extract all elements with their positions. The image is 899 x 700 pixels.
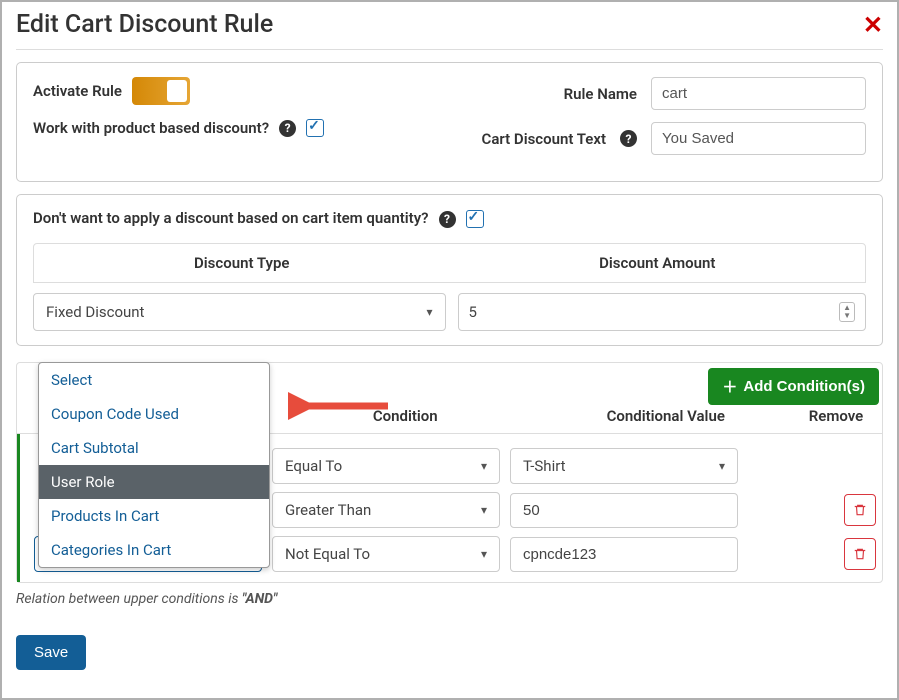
remove-button[interactable] xyxy=(844,494,876,526)
condition-select[interactable]: Equal To ▾ xyxy=(272,448,500,484)
rule-name-label: Rule Name xyxy=(564,85,637,103)
trash-icon xyxy=(853,547,867,561)
activate-toggle[interactable] xyxy=(132,77,190,105)
plus-icon: ＋ xyxy=(722,376,737,397)
discount-type-header: Discount Type xyxy=(34,244,450,282)
col-remove-header: Remove xyxy=(796,407,876,425)
activate-label: Activate Rule xyxy=(33,82,122,100)
dropdown-item[interactable]: User Role xyxy=(39,465,269,499)
chevron-down-icon: ▾ xyxy=(426,305,432,319)
help-icon[interactable]: ? xyxy=(439,211,456,228)
chevron-down-icon: ▾ xyxy=(719,459,725,473)
cart-discount-text-label: Cart Discount Text xyxy=(482,130,606,148)
chevron-down-icon: ▾ xyxy=(481,503,487,517)
dropdown-item[interactable]: Coupon Code Used xyxy=(39,397,269,431)
discount-amount-input[interactable]: 5 ▲▼ xyxy=(458,293,867,331)
relation-text: Relation between upper conditions is "AN… xyxy=(16,591,883,607)
number-stepper-icon[interactable]: ▲▼ xyxy=(839,302,855,322)
dropdown-item[interactable]: Categories In Cart xyxy=(39,533,269,567)
rule-settings-panel: Activate Rule Work with product based di… xyxy=(16,62,883,182)
discount-panel: Don't want to apply a discount based on … xyxy=(16,194,883,346)
trash-icon xyxy=(853,503,867,517)
discount-type-value: Fixed Discount xyxy=(46,303,144,321)
remove-button[interactable] xyxy=(844,538,876,570)
work-with-product-label: Work with product based discount? xyxy=(33,119,269,137)
dropdown-item[interactable]: Cart Subtotal xyxy=(39,431,269,465)
value-select[interactable]: T-Shirt ▾ xyxy=(510,448,738,484)
add-condition-button[interactable]: ＋ Add Condition(s) xyxy=(708,368,879,405)
work-with-product-checkbox[interactable] xyxy=(306,119,324,137)
add-condition-label: Add Condition(s) xyxy=(743,378,865,395)
conditions-section: ＋ Add Condition(s) SelectCoupon Code Use… xyxy=(16,362,883,607)
help-icon[interactable]: ? xyxy=(279,120,296,137)
value-select-value: T-Shirt xyxy=(523,457,566,475)
page-title: Edit Cart Discount Rule xyxy=(16,10,273,39)
value-input[interactable] xyxy=(510,537,738,572)
dropdown-item[interactable]: Select xyxy=(39,363,269,397)
col-value-header: Conditional Value xyxy=(536,407,797,425)
apply-discount-label: Don't want to apply a discount based on … xyxy=(33,209,429,227)
value-input[interactable] xyxy=(510,493,738,528)
condition-select-value: Not Equal To xyxy=(285,545,370,563)
cart-discount-text-input[interactable] xyxy=(651,122,866,155)
chevron-down-icon: ▾ xyxy=(481,459,487,473)
discount-amount-header: Discount Amount xyxy=(450,244,866,282)
condition-select[interactable]: Not Equal To ▾ xyxy=(272,536,500,572)
condition-select-value: Greater Than xyxy=(285,501,371,519)
dropdown-item[interactable]: Products In Cart xyxy=(39,499,269,533)
discount-type-select[interactable]: Fixed Discount ▾ xyxy=(33,293,446,331)
close-icon[interactable]: ✕ xyxy=(863,11,883,39)
rule-name-input[interactable] xyxy=(651,77,866,110)
save-button[interactable]: Save xyxy=(16,635,86,670)
condition-select-value: Equal To xyxy=(285,457,342,475)
type-dropdown-open[interactable]: SelectCoupon Code UsedCart SubtotalUser … xyxy=(38,362,270,568)
help-icon[interactable]: ? xyxy=(620,130,637,147)
discount-amount-value: 5 xyxy=(469,303,477,321)
apply-discount-checkbox[interactable] xyxy=(466,210,484,228)
condition-select[interactable]: Greater Than ▾ xyxy=(272,492,500,528)
col-condition-header: Condition xyxy=(275,407,536,425)
chevron-down-icon: ▾ xyxy=(481,547,487,561)
